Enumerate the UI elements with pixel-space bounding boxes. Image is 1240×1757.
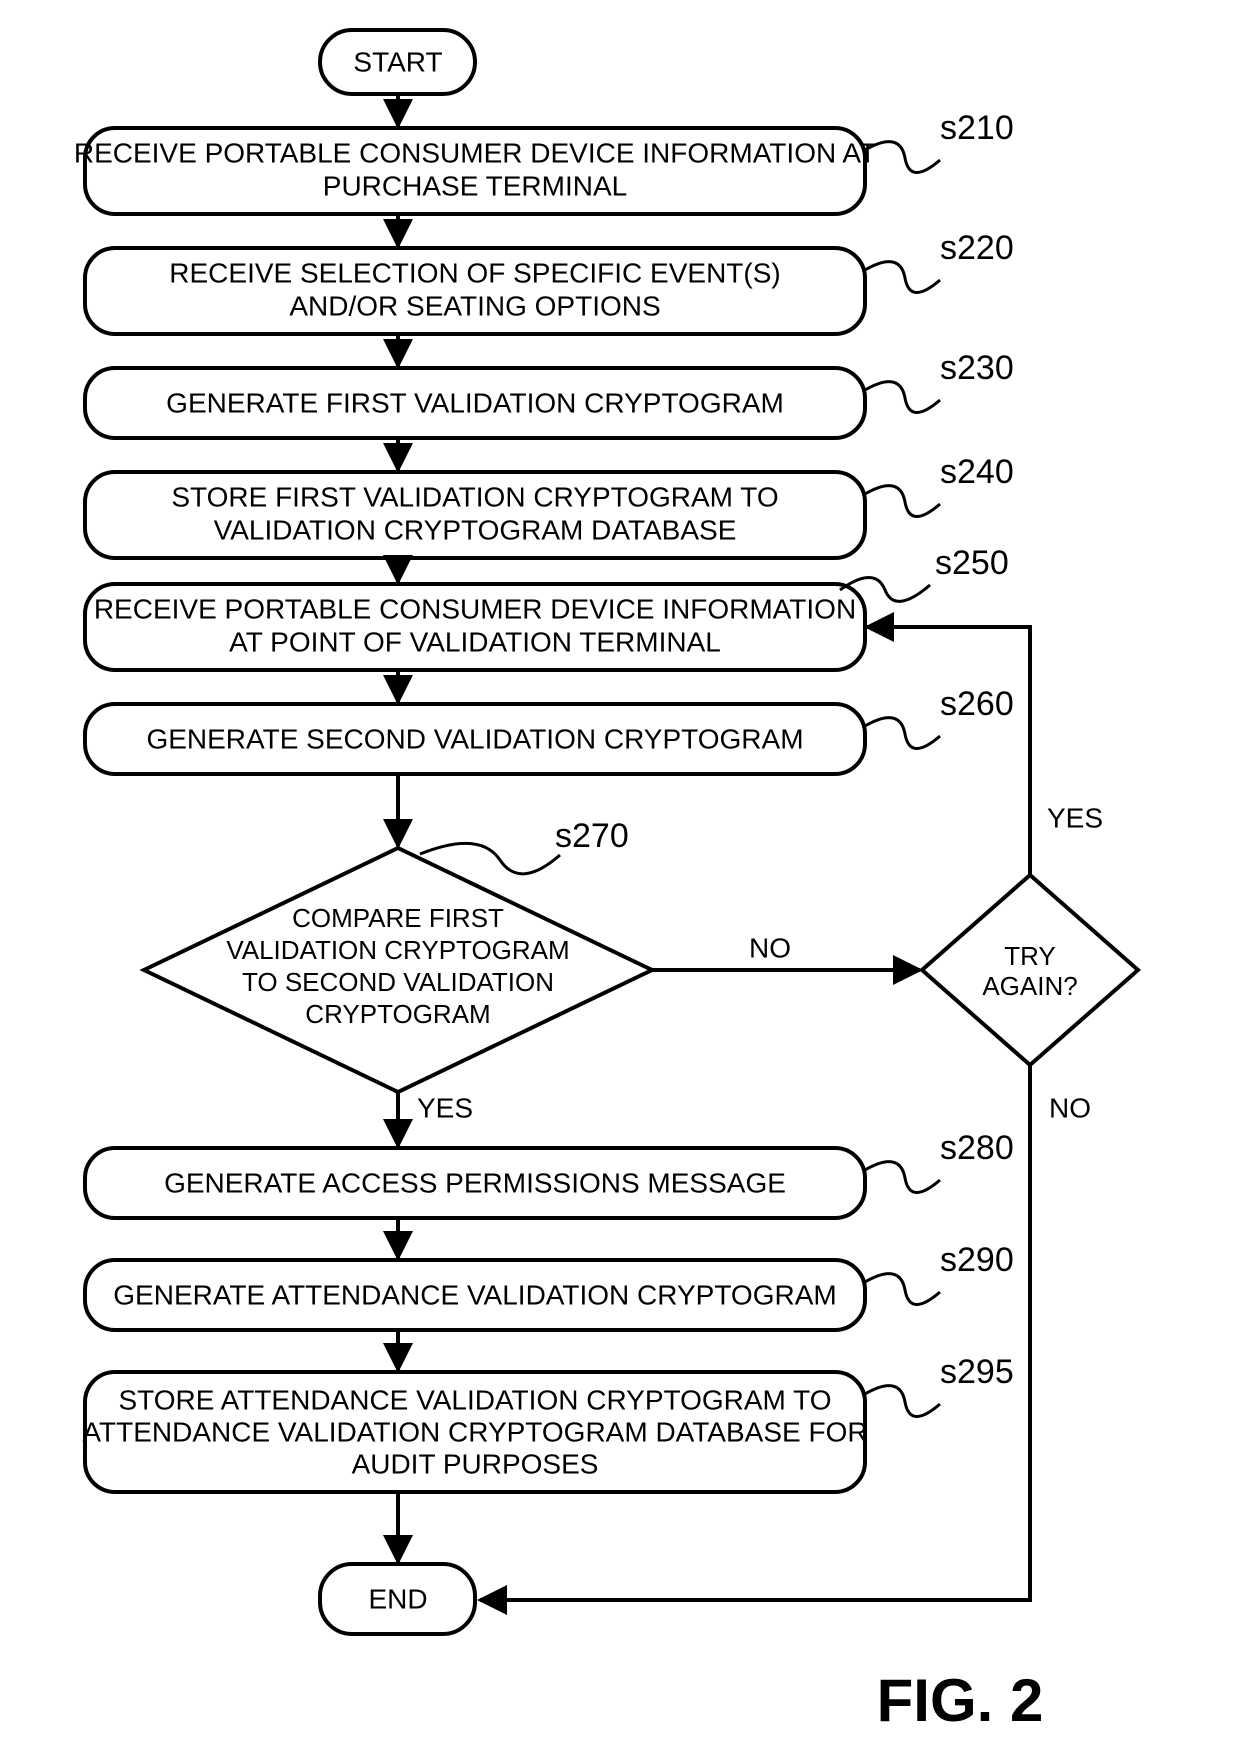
ref-label-s220: s220 xyxy=(940,229,1014,267)
svg-text:GENERATE ACCESS PERMISSIONS ME: GENERATE ACCESS PERMISSIONS MESSAGE xyxy=(164,1167,786,1198)
svg-text:AND/OR SEATING OPTIONS: AND/OR SEATING OPTIONS xyxy=(289,290,660,321)
svg-text:STORE ATTENDANCE VALIDATION CR: STORE ATTENDANCE VALIDATION CRYPTOGRAM T… xyxy=(118,1384,831,1415)
figure-label: FIG. 2 xyxy=(877,1667,1044,1734)
end-terminator: END xyxy=(320,1564,475,1634)
svg-text:GENERATE ATTENDANCE VALIDATION: GENERATE ATTENDANCE VALIDATION CRYPTOGRA… xyxy=(113,1279,836,1310)
decision-s270: COMPARE FIRST VALIDATION CRYPTOGRAM TO S… xyxy=(144,848,652,1092)
step-s250: RECEIVE PORTABLE CONSUMER DEVICE INFORMA… xyxy=(85,584,865,670)
end-label: END xyxy=(368,1583,427,1614)
svg-text:GENERATE FIRST VALIDATION CRYP: GENERATE FIRST VALIDATION CRYPTOGRAM xyxy=(166,387,784,418)
svg-text:TO SECOND VALIDATION: TO SECOND VALIDATION xyxy=(242,967,554,997)
svg-text:RECEIVE SELECTION OF SPECIFIC: RECEIVE SELECTION OF SPECIFIC EVENT(S) xyxy=(169,257,780,288)
svg-text:ATTENDANCE VALIDATION CRYPTOGR: ATTENDANCE VALIDATION CRYPTOGRAM DATABAS… xyxy=(82,1416,867,1447)
ref-leader-s230 xyxy=(865,382,940,413)
svg-text:CRYPTOGRAM: CRYPTOGRAM xyxy=(305,999,490,1029)
svg-text:COMPARE FIRST: COMPARE FIRST xyxy=(292,903,504,933)
step-s295: STORE ATTENDANCE VALIDATION CRYPTOGRAM T… xyxy=(82,1372,867,1492)
step-s290: GENERATE ATTENDANCE VALIDATION CRYPTOGRA… xyxy=(85,1260,865,1330)
svg-text:RECEIVE PORTABLE CONSUMER DEVI: RECEIVE PORTABLE CONSUMER DEVICE INFORMA… xyxy=(74,137,876,168)
start-label: START xyxy=(353,46,442,77)
ref-label-s240: s240 xyxy=(940,453,1014,491)
branch-no-s270: NO xyxy=(749,932,791,963)
step-s240: STORE FIRST VALIDATION CRYPTOGRAM TO VAL… xyxy=(85,472,865,558)
ref-label-s295: s295 xyxy=(940,1353,1014,1391)
ref-leader-s260 xyxy=(865,718,940,749)
step-s280: GENERATE ACCESS PERMISSIONS MESSAGE xyxy=(85,1148,865,1218)
ref-label-s260: s260 xyxy=(940,685,1014,723)
svg-text:AT POINT OF VALIDATION TERMINA: AT POINT OF VALIDATION TERMINAL xyxy=(229,626,721,657)
branch-yes-s270: YES xyxy=(417,1092,473,1123)
ref-label-s270: s270 xyxy=(555,817,629,855)
ref-leader-s220 xyxy=(865,262,940,293)
svg-text:RECEIVE PORTABLE CONSUMER DEVI: RECEIVE PORTABLE CONSUMER DEVICE INFORMA… xyxy=(94,593,856,624)
ref-label-s280: s280 xyxy=(940,1129,1014,1167)
svg-text:AUDIT PURPOSES: AUDIT PURPOSES xyxy=(352,1448,599,1479)
ref-leader-s280 xyxy=(865,1162,940,1193)
flowchart-diagram: START RECEIVE PORTABLE CONSUMER DEVICE I… xyxy=(0,0,1240,1757)
ref-label-s230: s230 xyxy=(940,349,1014,387)
svg-text:VALIDATION CRYPTOGRAM DATABASE: VALIDATION CRYPTOGRAM DATABASE xyxy=(214,514,737,545)
step-s260: GENERATE SECOND VALIDATION CRYPTOGRAM xyxy=(85,704,865,774)
ref-label-s210: s210 xyxy=(940,109,1014,147)
step-s210: RECEIVE PORTABLE CONSUMER DEVICE INFORMA… xyxy=(74,128,876,214)
ref-leader-s210 xyxy=(865,142,940,173)
svg-text:PURCHASE TERMINAL: PURCHASE TERMINAL xyxy=(323,170,627,201)
ref-leader-s290 xyxy=(865,1274,940,1305)
svg-text:AGAIN?: AGAIN? xyxy=(982,971,1077,1001)
decision-try-again: TRY AGAIN? xyxy=(922,875,1138,1065)
ref-label-s290: s290 xyxy=(940,1241,1014,1279)
ref-leader-s295 xyxy=(865,1386,940,1417)
ref-leader-s240 xyxy=(865,486,940,517)
svg-text:TRY: TRY xyxy=(1004,941,1056,971)
ref-label-s250: s250 xyxy=(935,544,1009,582)
step-s230: GENERATE FIRST VALIDATION CRYPTOGRAM xyxy=(85,368,865,438)
branch-yes-tryagain: YES xyxy=(1047,802,1103,833)
svg-text:GENERATE SECOND VALIDATION CRY: GENERATE SECOND VALIDATION CRYPTOGRAM xyxy=(146,723,803,754)
step-s220: RECEIVE SELECTION OF SPECIFIC EVENT(S) A… xyxy=(85,248,865,334)
branch-no-tryagain: NO xyxy=(1049,1092,1091,1123)
start-terminator: START xyxy=(320,30,475,94)
svg-text:VALIDATION CRYPTOGRAM: VALIDATION CRYPTOGRAM xyxy=(226,935,569,965)
svg-text:STORE FIRST VALIDATION CRYPTO: STORE FIRST VALIDATION CRYPTOGRAM TO xyxy=(171,481,778,512)
